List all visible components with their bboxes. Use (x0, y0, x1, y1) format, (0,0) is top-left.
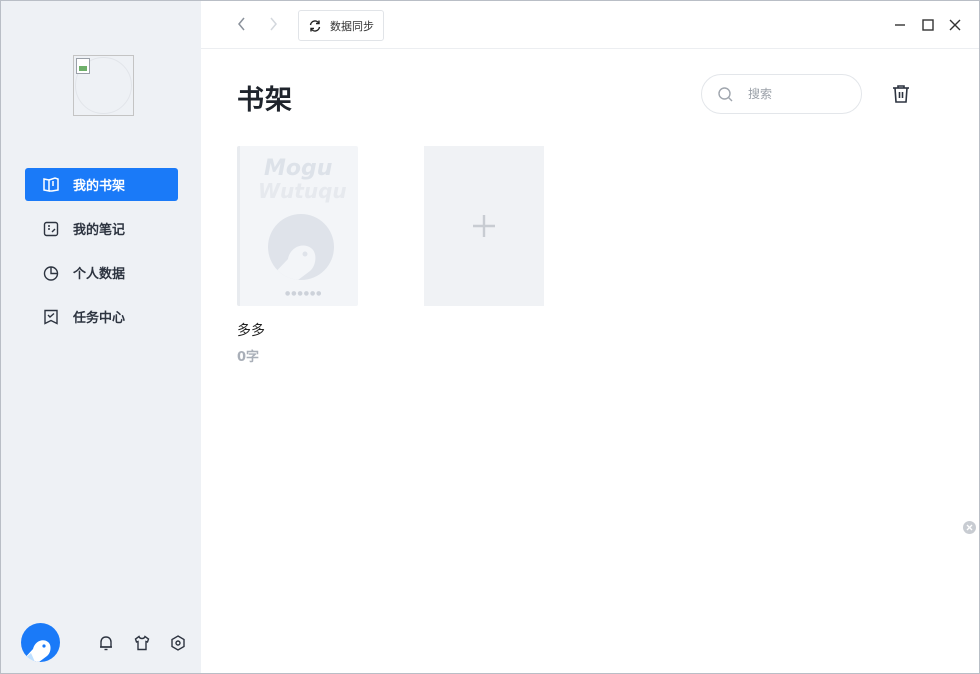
book-card[interactable]: Mogu Wutuqu ●●●●●● (237, 146, 358, 306)
sidebar-item-personal-data[interactable]: 个人数据 (25, 256, 178, 289)
notes-icon (43, 221, 59, 236)
sidebar-item-task-center[interactable]: 任务中心 (25, 300, 178, 333)
task-icon (44, 309, 58, 325)
book-word-count: 0字 (237, 350, 260, 365)
sidebar-footer (21, 623, 191, 663)
add-book-button[interactable] (424, 146, 544, 306)
page-title: 书架 (237, 85, 293, 116)
cover-text: Mogu (264, 156, 333, 181)
sidebar-item-label: 我的书架 (73, 179, 126, 194)
sidebar-item-notes[interactable]: 我的笔记 (25, 212, 178, 245)
app-window: 我的书架 我的笔记 个人数据 任务中心 数据同步 书架 搜索 Mogu Wutu… (0, 0, 980, 674)
sidebar-item-label: 我的笔记 (73, 223, 126, 238)
cover-text: Wutuqu (258, 179, 347, 203)
search-box[interactable] (701, 74, 862, 114)
close-icon[interactable] (947, 17, 963, 33)
sync-icon (309, 19, 321, 32)
sync-button[interactable]: 数据同步 (298, 10, 384, 41)
sidebar-item-bookshelf[interactable]: 我的书架 (25, 168, 178, 201)
close-circle-icon[interactable] (963, 521, 976, 534)
minimize-icon[interactable] (892, 17, 908, 33)
sidebar-item-label: 个人数据 (73, 267, 126, 282)
bell-icon[interactable] (97, 634, 115, 652)
sidebar-item-label: 任务中心 (73, 311, 126, 326)
settings-icon[interactable] (169, 634, 187, 652)
trash-icon[interactable] (890, 83, 912, 105)
forward-arrow-icon[interactable] (266, 16, 280, 32)
bookshelf-icon (43, 176, 59, 192)
main-content: 书架 Mogu Wutuqu ●●●●●● 多多 0字 (201, 50, 979, 673)
book-title[interactable]: 多多 (237, 320, 265, 340)
title-bar: 数据同步 (201, 1, 979, 49)
broken-image-icon (76, 58, 90, 74)
pie-chart-icon (43, 265, 59, 281)
tshirt-icon[interactable] (133, 634, 151, 652)
search-input[interactable] (748, 87, 838, 101)
sync-label: 数据同步 (330, 19, 374, 33)
book-cover: Mogu Wutuqu ●●●●●● (237, 146, 358, 306)
avatar[interactable] (21, 623, 60, 662)
plus-icon (473, 215, 495, 237)
cover-dots: ●●●●●● (285, 290, 323, 297)
sidebar: 我的书架 我的笔记 个人数据 任务中心 (1, 1, 201, 673)
sidebar-nav: 我的书架 我的笔记 个人数据 任务中心 (25, 168, 178, 344)
cover-bird-image (268, 214, 334, 280)
search-icon (718, 86, 733, 101)
bird-logo-icon (21, 640, 51, 662)
maximize-icon[interactable] (920, 17, 936, 33)
back-arrow-icon[interactable] (235, 16, 249, 32)
app-logo-image (73, 55, 134, 116)
